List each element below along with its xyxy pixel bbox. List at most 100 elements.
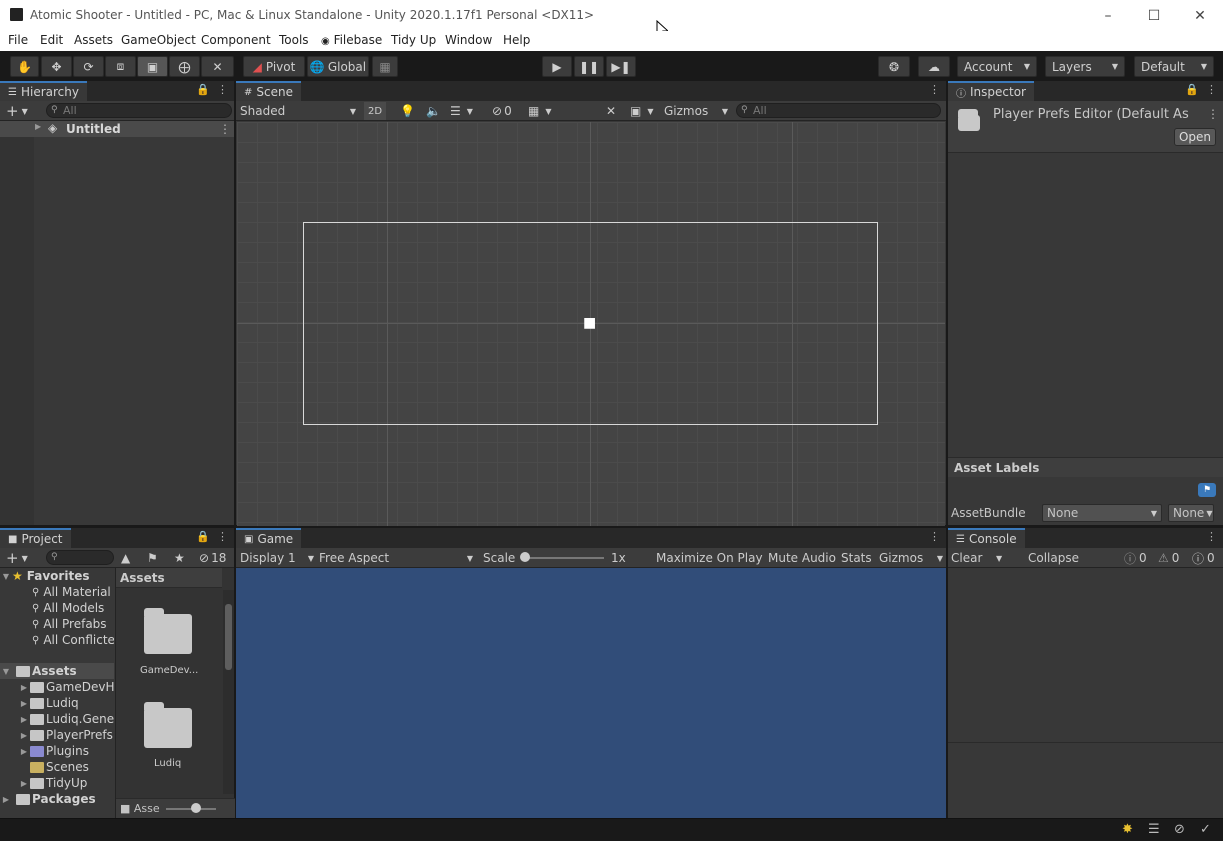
favorite-item[interactable]: ⚲ All Conflicte xyxy=(32,632,114,648)
favorite-item[interactable]: ⚲ All Models xyxy=(32,600,104,616)
kebab-menu-icon[interactable]: ⋮ xyxy=(929,83,940,96)
step-button[interactable]: ▶❚ xyxy=(606,56,636,77)
expand-arrow-icon[interactable]: ▶ xyxy=(18,715,30,724)
folder-icon[interactable] xyxy=(144,608,192,654)
menu-filebase[interactable]: ◉ Filebase xyxy=(321,33,382,47)
tag-icon[interactable]: ⚑ xyxy=(1198,483,1216,497)
grid-item-label[interactable]: GameDev... xyxy=(140,665,198,676)
expand-arrow-icon[interactable]: ▼ xyxy=(0,572,12,581)
auto-generate-lighting-icon[interactable]: ⊘ xyxy=(1174,822,1185,837)
asset-folder[interactable]: ▶ TidyUp xyxy=(18,775,88,791)
hierarchy-search-input[interactable]: ⚲ All xyxy=(46,103,232,118)
collapse-toggle[interactable]: Collapse xyxy=(1028,549,1079,567)
tab-scene[interactable]: # Scene xyxy=(236,81,301,101)
kebab-menu-icon[interactable]: ⋮ xyxy=(217,83,228,96)
menu-edit[interactable]: Edit xyxy=(40,33,63,47)
kebab-menu-icon[interactable]: ⋮ xyxy=(1206,530,1217,543)
folder-icon[interactable] xyxy=(144,702,192,748)
menu-file[interactable]: File xyxy=(8,33,28,47)
close-button[interactable]: ✕ xyxy=(1177,0,1223,31)
packages-node[interactable]: ▶ Packages xyxy=(0,791,96,807)
asset-folder[interactable]: ▶ Ludiq.Gene xyxy=(18,711,114,727)
scrollbar-thumb[interactable] xyxy=(225,604,232,670)
hidden-packages-toggle[interactable]: ⊘ 18 xyxy=(199,549,226,567)
asset-folder[interactable]: ▶ GameDevH xyxy=(18,679,114,695)
clear-options-dropdown[interactable]: ▼ xyxy=(990,549,1002,567)
expand-arrow-icon[interactable]: ▶ xyxy=(35,122,41,131)
display-dropdown[interactable]: Display 1 ▼ xyxy=(240,549,314,567)
asset-folder[interactable]: ▶ Ludiq xyxy=(18,695,79,711)
play-button[interactable]: ▶ xyxy=(542,56,572,77)
layout-dropdown[interactable]: Default ▼ xyxy=(1134,56,1214,77)
pivot-toggle[interactable]: ◢ Pivot xyxy=(243,56,305,77)
mute-audio-toggle[interactable]: Mute Audio xyxy=(768,549,836,567)
grid-scrollbar[interactable] xyxy=(223,590,234,794)
tab-project[interactable]: ■ Project xyxy=(0,528,71,548)
search-by-type-button[interactable]: ▲ xyxy=(121,549,130,567)
audio-toggle[interactable]: 🔈 xyxy=(426,102,441,120)
gizmos-dropdown[interactable]: Gizmos ▼ xyxy=(879,549,943,567)
layers-dropdown[interactable]: Layers ▼ xyxy=(1045,56,1125,77)
global-toggle[interactable]: 🌐 Global xyxy=(307,56,369,77)
icon-size-slider-thumb[interactable] xyxy=(191,803,201,813)
tab-hierarchy[interactable]: ☰ Hierarchy xyxy=(0,81,87,101)
kebab-menu-icon[interactable]: ⋮ xyxy=(929,530,940,543)
asset-folder[interactable]: ▶ PlayerPrefs xyxy=(18,727,113,743)
assets-node[interactable]: ▼ Assets xyxy=(0,663,114,679)
lock-icon[interactable]: 🔒 xyxy=(1185,83,1199,96)
assetbundle-dropdown[interactable]: None ▼ xyxy=(1042,504,1162,522)
expand-arrow-icon[interactable]: ▶ xyxy=(0,795,12,804)
create-button[interactable]: + ▼ xyxy=(6,549,28,567)
grid-toggle[interactable]: ▦ ▼ xyxy=(528,102,552,120)
expand-arrow-icon[interactable]: ▶ xyxy=(18,699,30,708)
account-dropdown[interactable]: Account ▼ xyxy=(957,56,1037,77)
project-search-input[interactable]: ⚲ xyxy=(46,550,114,565)
kebab-menu-icon[interactable]: ⋮ xyxy=(219,122,231,136)
pause-button[interactable]: ❚❚ xyxy=(574,56,604,77)
favorites-node[interactable]: ▼ ★ Favorites xyxy=(0,568,90,584)
favorites-button[interactable]: ★ xyxy=(174,549,185,567)
asset-folder[interactable]: ▶ Plugins xyxy=(18,743,89,759)
asset-folder[interactable]: Scenes xyxy=(30,759,89,775)
scene-row[interactable]: ▶ ◈ Untitled ⋮ xyxy=(0,121,234,137)
menu-tools[interactable]: Tools xyxy=(279,33,309,47)
expand-arrow-icon[interactable]: ▼ xyxy=(0,667,12,676)
tab-inspector[interactable]: ⓘ Inspector xyxy=(948,81,1034,101)
collab-button[interactable]: ❂ xyxy=(878,56,910,77)
assetbundle-variant-dropdown[interactable]: None ▼ xyxy=(1168,504,1214,522)
shading-mode-dropdown[interactable]: Shaded ▼ xyxy=(240,102,356,120)
kebab-menu-icon[interactable]: ⋮ xyxy=(217,530,228,543)
expand-arrow-icon[interactable]: ▶ xyxy=(18,731,30,740)
custom-tool-button[interactable]: ✕ xyxy=(201,56,234,77)
scale-tool-button[interactable]: ⧈ xyxy=(105,56,136,77)
maximize-button[interactable]: ☐ xyxy=(1131,0,1177,31)
info-filter-toggle[interactable]: ⓘ 0 xyxy=(1124,549,1147,567)
expand-arrow-icon[interactable]: ▶ xyxy=(18,779,30,788)
move-tool-button[interactable]: ✥ xyxy=(41,56,72,77)
maximize-on-play-toggle[interactable]: Maximize On Play xyxy=(656,549,763,567)
warning-filter-toggle[interactable]: ⚠ 0 xyxy=(1158,549,1179,567)
game-viewport[interactable] xyxy=(236,568,946,818)
tab-game[interactable]: ▣ Game xyxy=(236,528,302,548)
menu-gameobject[interactable]: GameObject xyxy=(121,33,196,47)
camera-gizmo-icon[interactable]: ■ xyxy=(583,315,596,331)
tools-toggle[interactable]: ✕ xyxy=(606,102,616,120)
tab-console[interactable]: ☰ Console xyxy=(948,528,1025,548)
grid-snap-button[interactable]: ▦ xyxy=(372,56,398,77)
favorite-item[interactable]: ⚲ All Prefabs xyxy=(32,616,107,632)
minimize-button[interactable]: – xyxy=(1085,0,1131,31)
effects-dropdown[interactable]: ☰ ▼ xyxy=(450,102,473,120)
2d-toggle[interactable]: 2D xyxy=(364,102,386,120)
clear-button[interactable]: Clear xyxy=(951,549,982,567)
scale-slider[interactable] xyxy=(524,557,604,559)
menu-help[interactable]: Help xyxy=(503,33,530,47)
rect-tool-button[interactable]: ▣ xyxy=(137,56,168,77)
menu-window[interactable]: Window xyxy=(445,33,492,47)
camera-dropdown[interactable]: ▣ ▼ xyxy=(630,102,654,120)
gizmos-dropdown[interactable]: Gizmos ▼ xyxy=(664,102,728,120)
hidden-objects-toggle[interactable]: ⊘ 0 xyxy=(492,102,512,120)
kebab-menu-icon[interactable]: ⋮ xyxy=(1207,107,1219,121)
lock-icon[interactable]: 🔒 xyxy=(196,83,210,96)
rotate-tool-button[interactable]: ⟳ xyxy=(73,56,104,77)
aspect-dropdown[interactable]: Free Aspect ▼ xyxy=(319,549,473,567)
